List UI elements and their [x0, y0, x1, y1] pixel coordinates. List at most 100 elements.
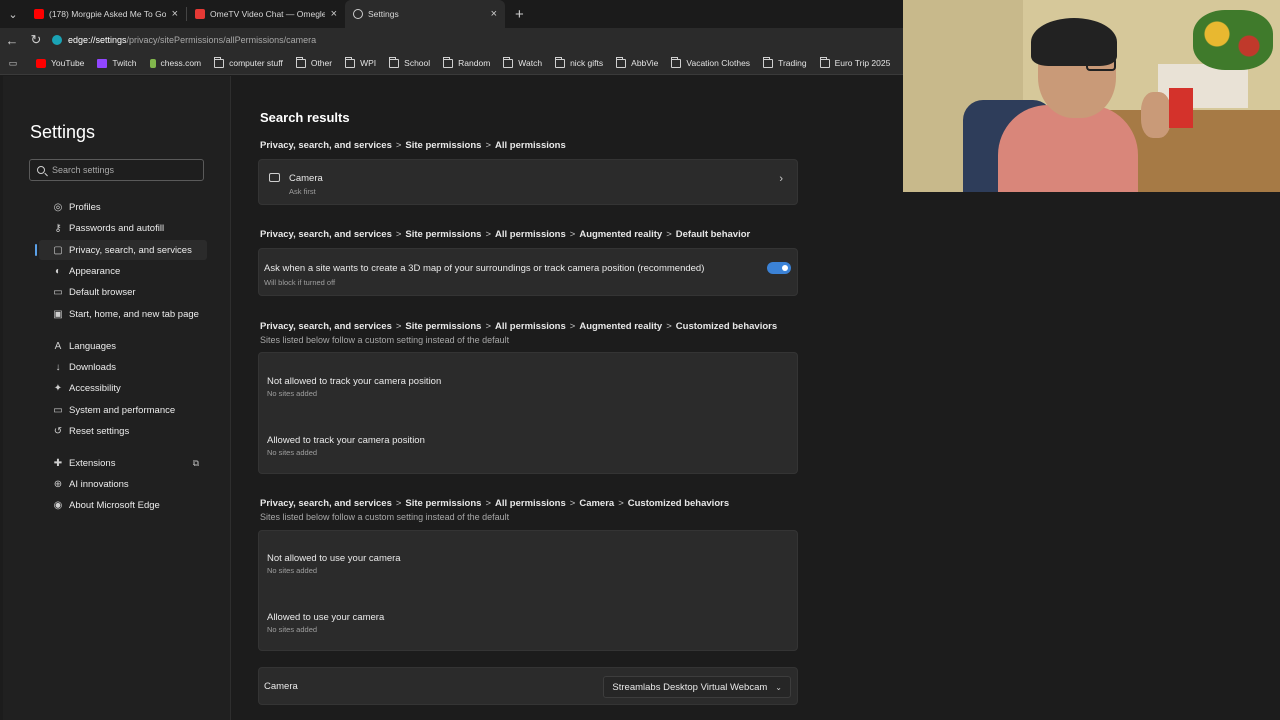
- twitch-icon: [97, 58, 108, 68]
- refresh-icon[interactable]: ↻: [24, 32, 48, 48]
- favorite-folder[interactable]: AbbVie: [616, 56, 658, 68]
- sidebar-item-label: Languages: [69, 340, 117, 352]
- breadcrumb-item[interactable]: Customized behaviors: [676, 321, 777, 332]
- breadcrumb-item[interactable]: Site permissions: [405, 498, 481, 509]
- sidebar-item-extensions[interactable]: ✚ Extensions ⧉: [39, 453, 207, 473]
- breadcrumb-separator: >: [618, 498, 624, 509]
- sidebar-item-languages[interactable]: A Languages: [39, 336, 207, 356]
- breadcrumb-item[interactable]: Privacy, search, and services: [260, 321, 392, 332]
- close-tab-icon[interactable]: ×: [491, 8, 497, 20]
- sidebar-item-accessibility[interactable]: ✦ Accessibility: [39, 378, 207, 398]
- sidebar-item-start-home[interactable]: ▣ Start, home, and new tab page: [39, 304, 207, 324]
- webcam-person-body: [998, 105, 1138, 192]
- sidebar-item-profiles[interactable]: ◎ Profiles: [39, 197, 207, 217]
- breadcrumb-item[interactable]: Augmented reality: [579, 321, 662, 332]
- accessibility-icon: ✦: [53, 382, 63, 394]
- ar-default-card: Ask when a site wants to create a 3D map…: [258, 248, 798, 296]
- breadcrumb-item[interactable]: Default behavior: [676, 229, 750, 240]
- breadcrumb-item[interactable]: Augmented reality: [579, 229, 662, 240]
- ar-default-title: Ask when a site wants to create a 3D map…: [264, 263, 705, 274]
- breadcrumb-item[interactable]: Customized behaviors: [628, 498, 729, 509]
- favorites-menu-icon[interactable]: ▭: [0, 58, 26, 69]
- favorite-folder[interactable]: Random: [443, 56, 491, 68]
- favorite-folder[interactable]: computer stuff: [214, 56, 283, 68]
- ar-default-subtitle: Will block if turned off: [264, 278, 336, 287]
- favorite-folder[interactable]: School: [389, 56, 430, 68]
- folder-icon: [503, 56, 514, 68]
- breadcrumb: Privacy, search, and services > Site permi…: [260, 140, 566, 151]
- sidebar-item-label: AI innovations: [69, 478, 129, 490]
- favorite-folder[interactable]: Euro Trip 2025: [819, 56, 891, 68]
- sidebar-item-about[interactable]: ◉ About Microsoft Edge: [39, 495, 207, 515]
- camera-permission-card[interactable]: Camera Ask first ›: [258, 159, 798, 205]
- breadcrumb-item[interactable]: All permissions: [495, 229, 566, 240]
- sidebar-item-default-browser[interactable]: ▭ Default browser: [39, 282, 207, 302]
- ar-blocked-title: Not allowed to track your camera positio…: [267, 376, 442, 387]
- favorite-youtube[interactable]: YouTube: [36, 58, 84, 68]
- camera-custom-description: Sites listed below follow a custom setti…: [260, 512, 510, 522]
- camera-device-dropdown[interactable]: Streamlabs Desktop Virtual Webcam ⌄: [603, 676, 791, 698]
- search-input[interactable]: Search settings: [29, 159, 204, 181]
- breadcrumb-separator: >: [569, 229, 576, 240]
- favorite-chess[interactable]: chess.com: [149, 58, 201, 68]
- breadcrumb-separator: >: [485, 321, 492, 332]
- breadcrumb-item[interactable]: Site permissions: [405, 321, 481, 332]
- breadcrumb: Privacy, search, and services > Site permi…: [260, 498, 729, 509]
- sidebar-item-label: Reset settings: [69, 425, 130, 437]
- webcam-overlay: [903, 0, 1280, 192]
- ar-toggle[interactable]: [767, 262, 791, 274]
- url-host: edge://settings: [68, 35, 127, 45]
- favorite-folder[interactable]: WPI: [345, 56, 376, 68]
- sidebar-item-privacy[interactable]: ▢ Privacy, search, and services: [35, 240, 207, 260]
- webcam-red-bag: [1169, 88, 1193, 128]
- folder-icon: [671, 56, 682, 68]
- breadcrumb-item[interactable]: Privacy, search, and services: [260, 498, 392, 509]
- sidebar-item-downloads[interactable]: ↓ Downloads: [39, 357, 207, 377]
- favorite-label: Euro Trip 2025: [834, 58, 891, 68]
- back-icon[interactable]: ←: [0, 33, 24, 48]
- camera-blocked-title: Not allowed to use your camera: [267, 553, 401, 564]
- close-tab-icon[interactable]: ×: [172, 8, 178, 20]
- tab-youtube[interactable]: (178) Morgpie Asked Me To Go To ×: [26, 0, 186, 28]
- breadcrumb-item[interactable]: All permissions: [495, 498, 566, 509]
- breadcrumb-separator: >: [485, 229, 492, 240]
- favorite-twitch[interactable]: Twitch: [97, 58, 137, 68]
- favorite-label: Random: [458, 58, 491, 68]
- tab-ometv[interactable]: OmeTV Video Chat — Omegle Ra ×: [187, 0, 345, 28]
- close-tab-icon[interactable]: ×: [331, 8, 337, 20]
- breadcrumb-item[interactable]: Camera: [579, 498, 614, 509]
- breadcrumb-item[interactable]: Privacy, search, and services: [260, 140, 392, 151]
- sidebar-item-ai[interactable]: ⊕ AI innovations: [39, 474, 207, 494]
- sidebar-item-label: Default browser: [69, 286, 136, 298]
- sidebar-item-passwords[interactable]: ⚷ Passwords and autofill: [39, 218, 207, 238]
- breadcrumb-item[interactable]: Site permissions: [405, 229, 481, 240]
- favorite-folder[interactable]: Vacation Clothes: [671, 56, 750, 68]
- tab-actions-menu-icon[interactable]: ⌄: [0, 0, 26, 28]
- folder-icon: [214, 56, 225, 68]
- sidebar-item-label: System and performance: [69, 404, 176, 416]
- favorite-label: Trading: [778, 58, 807, 68]
- favorite-folder[interactable]: Other: [295, 56, 332, 68]
- sidebar-item-appearance[interactable]: ◐ Appearance: [39, 261, 207, 281]
- profile-icon: ◎: [53, 201, 63, 213]
- camera-card-title: Camera: [289, 173, 323, 184]
- breadcrumb-item[interactable]: Site permissions: [405, 140, 481, 151]
- breadcrumb-separator: >: [395, 498, 402, 509]
- reset-icon: ↺: [53, 425, 63, 437]
- favorite-label: Twitch: [112, 58, 137, 68]
- favorite-folder[interactable]: Watch: [503, 56, 542, 68]
- camera-icon: [269, 173, 280, 182]
- breadcrumb-item[interactable]: All permissions: [495, 140, 566, 151]
- breadcrumb-item[interactable]: Privacy, search, and services: [260, 229, 392, 240]
- new-tab-button[interactable]: +: [515, 6, 524, 23]
- appearance-icon: ◐: [54, 265, 62, 277]
- camera-device-value: Streamlabs Desktop Virtual Webcam: [612, 681, 768, 693]
- sidebar-item-reset[interactable]: ↺ Reset settings: [39, 421, 207, 441]
- tab-settings[interactable]: Settings ×: [345, 0, 505, 28]
- favorite-folder[interactable]: nick gifts: [555, 56, 603, 68]
- favorite-folder[interactable]: Trading: [763, 56, 807, 68]
- language-icon: A: [54, 340, 62, 352]
- search-results-heading: Search results: [260, 110, 350, 125]
- breadcrumb-item[interactable]: All permissions: [495, 321, 566, 332]
- sidebar-item-system[interactable]: ▭ System and performance: [39, 400, 207, 420]
